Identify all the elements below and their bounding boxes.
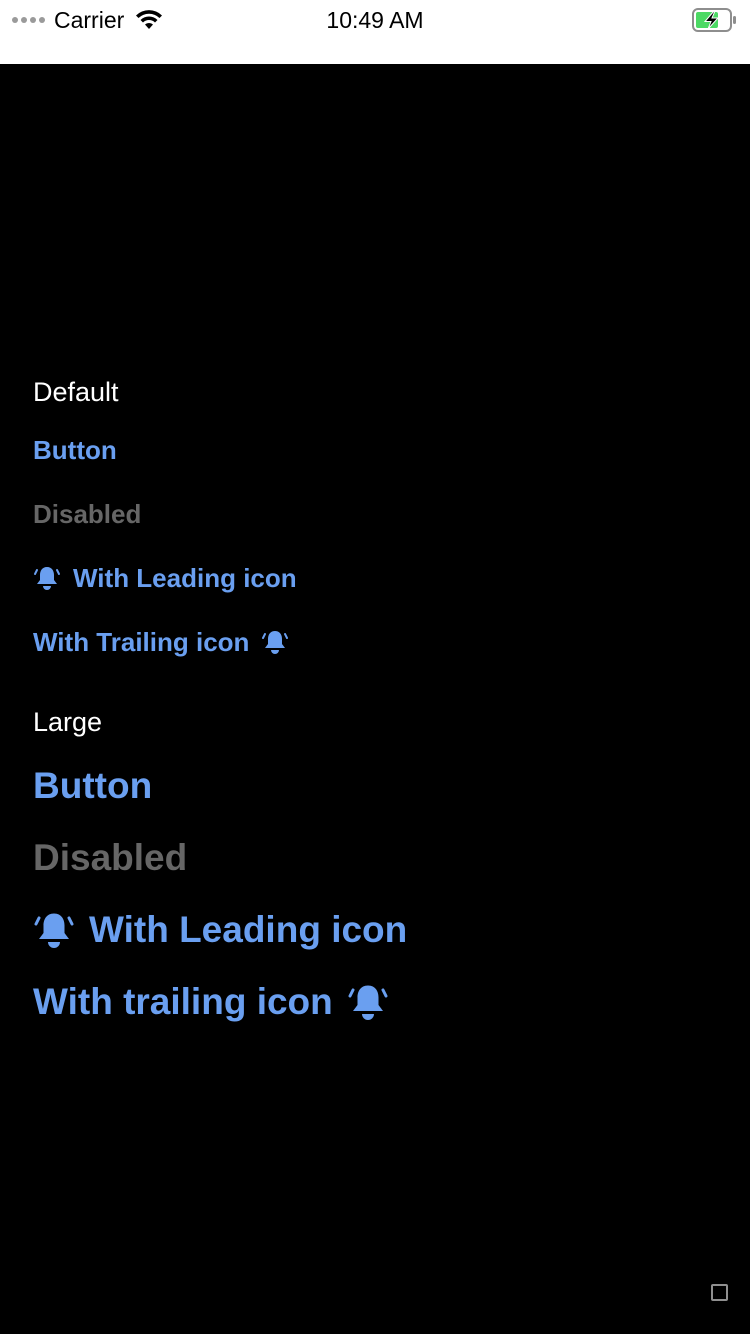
status-time: 10:49 AM xyxy=(326,7,424,33)
large-leading-icon-label: With Leading icon xyxy=(89,909,408,950)
section-title-large: Large xyxy=(33,707,103,737)
default-leading-icon-button[interactable]: With Leading icon xyxy=(33,558,297,598)
large-button[interactable]: Button xyxy=(33,758,152,814)
large-trailing-icon-button[interactable]: With trailing icon xyxy=(33,974,389,1030)
default-disabled-button: Disabled xyxy=(33,494,141,534)
battery-charging-icon xyxy=(692,8,736,32)
large-disabled-button: Disabled xyxy=(33,830,187,886)
bell-icon xyxy=(34,913,74,948)
default-button-label: Button xyxy=(33,434,117,465)
main-content: Default Button Disabled With Leading ico… xyxy=(0,64,750,1334)
default-disabled-label: Disabled xyxy=(33,498,142,529)
default-button[interactable]: Button xyxy=(33,430,117,470)
large-leading-icon-button[interactable]: With Leading icon xyxy=(33,902,407,958)
large-button-label: Button xyxy=(33,765,153,806)
default-trailing-icon-button[interactable]: With Trailing icon xyxy=(33,622,289,662)
bell-icon xyxy=(34,567,60,590)
default-trailing-icon-label: With Trailing icon xyxy=(33,626,250,657)
section-title-default: Default xyxy=(33,377,119,407)
large-trailing-icon-label: With trailing icon xyxy=(33,981,333,1022)
status-bar: Carrier 10:49 AM xyxy=(0,0,750,64)
large-disabled-label: Disabled xyxy=(33,837,188,878)
square-outline-icon[interactable] xyxy=(711,1284,728,1301)
bell-icon xyxy=(262,631,289,654)
bell-icon xyxy=(348,985,388,1020)
default-leading-icon-label: With Leading icon xyxy=(73,562,297,593)
